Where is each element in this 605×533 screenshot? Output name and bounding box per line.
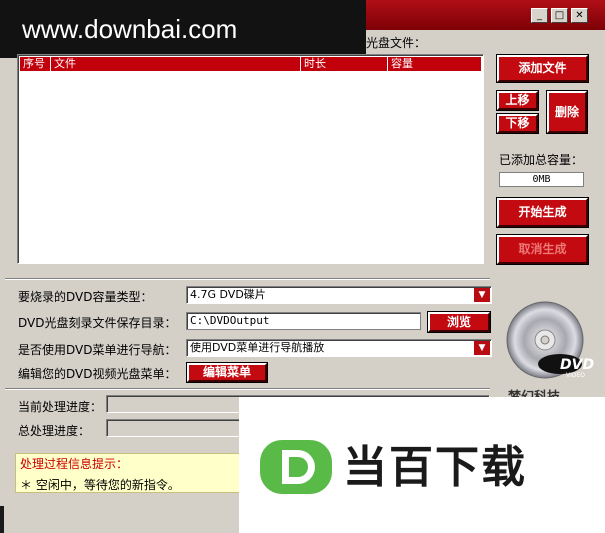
minimize-button[interactable]: _ bbox=[531, 8, 548, 23]
column-header-duration[interactable]: 时长 bbox=[301, 57, 388, 71]
dvd-type-value: 4.7G DVD碟片 bbox=[190, 288, 266, 301]
menu-nav-select[interactable]: 使用DVD菜单进行导航播放 ▼ bbox=[186, 339, 492, 357]
close-button[interactable]: ✕ bbox=[571, 8, 588, 23]
divider bbox=[5, 278, 490, 280]
banner-text: 当百下载 bbox=[343, 442, 527, 493]
app-window: _ □ ✕ www.downbai.com 光盘文件： 序号 文件 时长 容量 … bbox=[0, 0, 605, 533]
column-header-size[interactable]: 容量 bbox=[388, 57, 481, 71]
dvd-logo-text: DVD bbox=[560, 357, 595, 373]
dvd-type-label: 要烧录的DVD容量类型： bbox=[18, 290, 153, 304]
watermark: www.downbai.com bbox=[0, 0, 366, 58]
message-title: 处理过程信息提示： bbox=[20, 457, 129, 471]
output-dir-input[interactable]: C:\DVDOutput bbox=[186, 312, 421, 330]
browse-button[interactable]: 浏览 bbox=[428, 312, 490, 332]
move-down-button[interactable]: 下移 bbox=[497, 114, 538, 133]
capacity-label: 已添加总容量： bbox=[499, 153, 584, 167]
current-progress-label: 当前处理进度： bbox=[18, 400, 103, 414]
banner-logo-icon bbox=[260, 440, 332, 494]
delete-button[interactable]: 删除 bbox=[547, 91, 587, 133]
cancel-button[interactable]: 取消生成 bbox=[497, 235, 588, 264]
menu-nav-value: 使用DVD菜单进行导航播放 bbox=[190, 341, 325, 354]
output-dir-label: DVD光盘刻录文件保存目录： bbox=[18, 316, 177, 330]
files-section-label: 光盘文件： bbox=[366, 36, 427, 50]
window-edge bbox=[0, 506, 4, 533]
add-file-button[interactable]: 添加文件 bbox=[497, 55, 588, 82]
menu-nav-label: 是否使用DVD菜单进行导航： bbox=[18, 343, 177, 357]
maximize-button[interactable]: □ bbox=[551, 8, 568, 23]
column-header-index[interactable]: 序号 bbox=[20, 57, 51, 71]
column-header-file[interactable]: 文件 bbox=[51, 57, 301, 71]
start-button[interactable]: 开始生成 bbox=[497, 198, 588, 227]
edit-menu-label: 编辑您的DVD视频光盘菜单： bbox=[18, 367, 177, 381]
message-line: ＊ 空闲中，等待您的新指令。 bbox=[20, 478, 180, 492]
chevron-down-icon[interactable]: ▼ bbox=[474, 288, 490, 302]
dvd-logo-subtext: VIDEO bbox=[566, 372, 586, 379]
file-list-header: 序号 文件 时长 容量 bbox=[20, 57, 481, 71]
move-up-button[interactable]: 上移 bbox=[497, 91, 538, 110]
divider bbox=[5, 388, 490, 390]
chevron-down-icon[interactable]: ▼ bbox=[474, 341, 490, 355]
dvd-type-select[interactable]: 4.7G DVD碟片 ▼ bbox=[186, 286, 492, 304]
total-progress-label: 总处理进度： bbox=[18, 424, 91, 438]
edit-menu-button[interactable]: 编辑菜单 bbox=[187, 363, 267, 382]
capacity-value: 0MB bbox=[499, 172, 584, 187]
file-list[interactable] bbox=[17, 54, 484, 264]
